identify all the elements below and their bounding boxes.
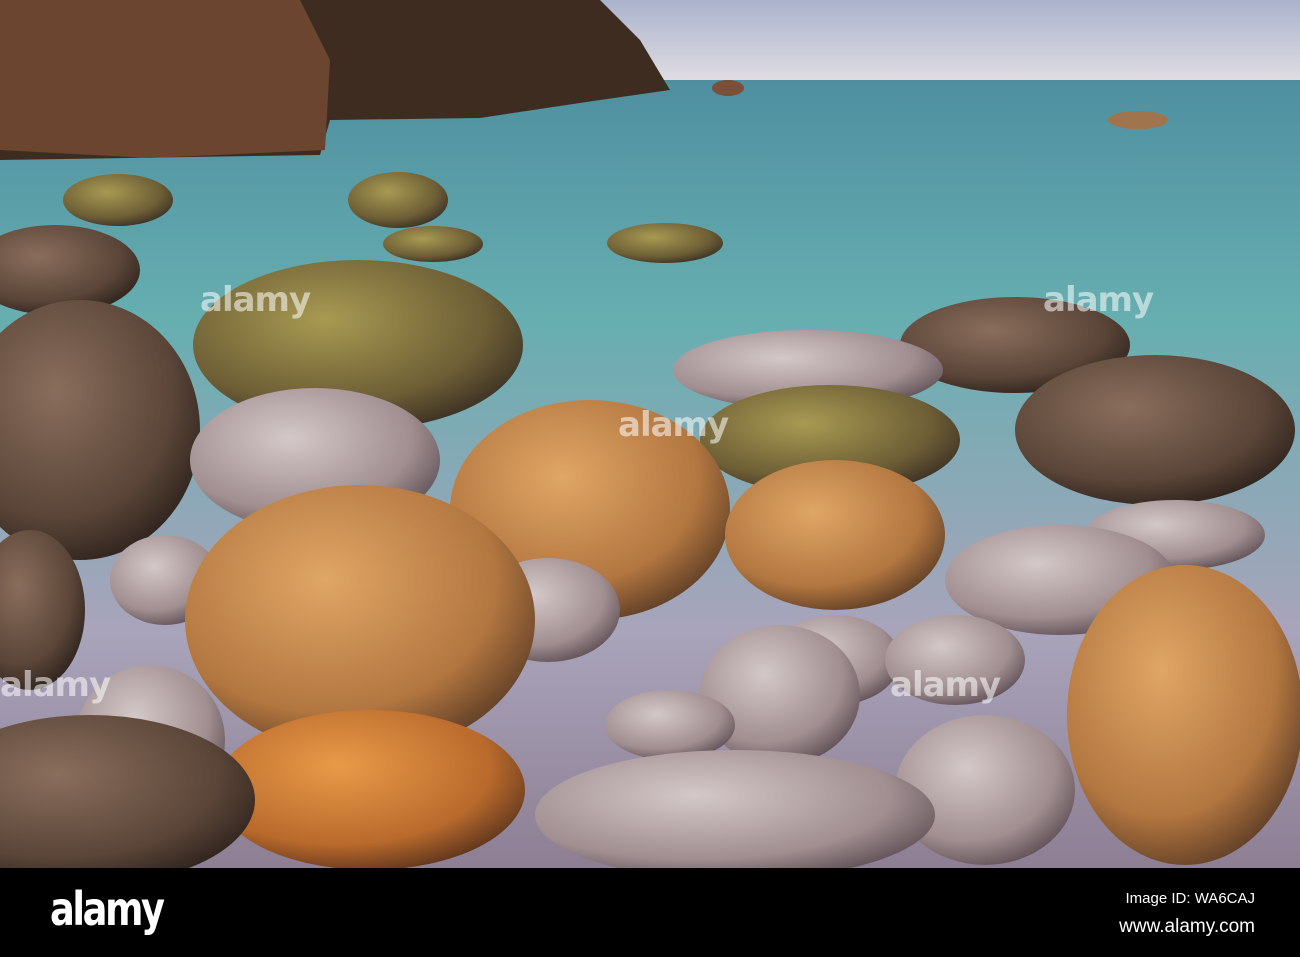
cliff-face bbox=[0, 0, 330, 158]
watermark: alamy bbox=[890, 665, 1001, 705]
boulder bbox=[1015, 355, 1295, 505]
website-link[interactable]: www.alamy.com bbox=[1119, 916, 1255, 938]
boulder bbox=[348, 172, 448, 228]
alamy-logo[interactable]: alamy bbox=[50, 882, 165, 936]
stock-photo-frame: alamy alamy alamy alamy alamy alamy Imag… bbox=[0, 0, 1300, 957]
boulder bbox=[605, 690, 735, 760]
boulder bbox=[63, 174, 173, 226]
sea-rock bbox=[712, 80, 744, 96]
watermark: alamy bbox=[618, 405, 729, 445]
watermark: alamy bbox=[200, 280, 311, 320]
boulder bbox=[1067, 565, 1300, 865]
footer-bar: alamy Image ID: WA6CAJ www.alamy.com bbox=[0, 868, 1300, 957]
boulder bbox=[725, 460, 945, 610]
boulder bbox=[383, 226, 483, 262]
boulder bbox=[607, 223, 723, 263]
watermark: alamy bbox=[0, 665, 111, 705]
boulder bbox=[895, 715, 1075, 865]
boulder bbox=[215, 710, 525, 868]
image-id: Image ID: WA6CAJ bbox=[1125, 890, 1255, 907]
watermark: alamy bbox=[1043, 280, 1154, 320]
sea-rock bbox=[1108, 111, 1168, 129]
